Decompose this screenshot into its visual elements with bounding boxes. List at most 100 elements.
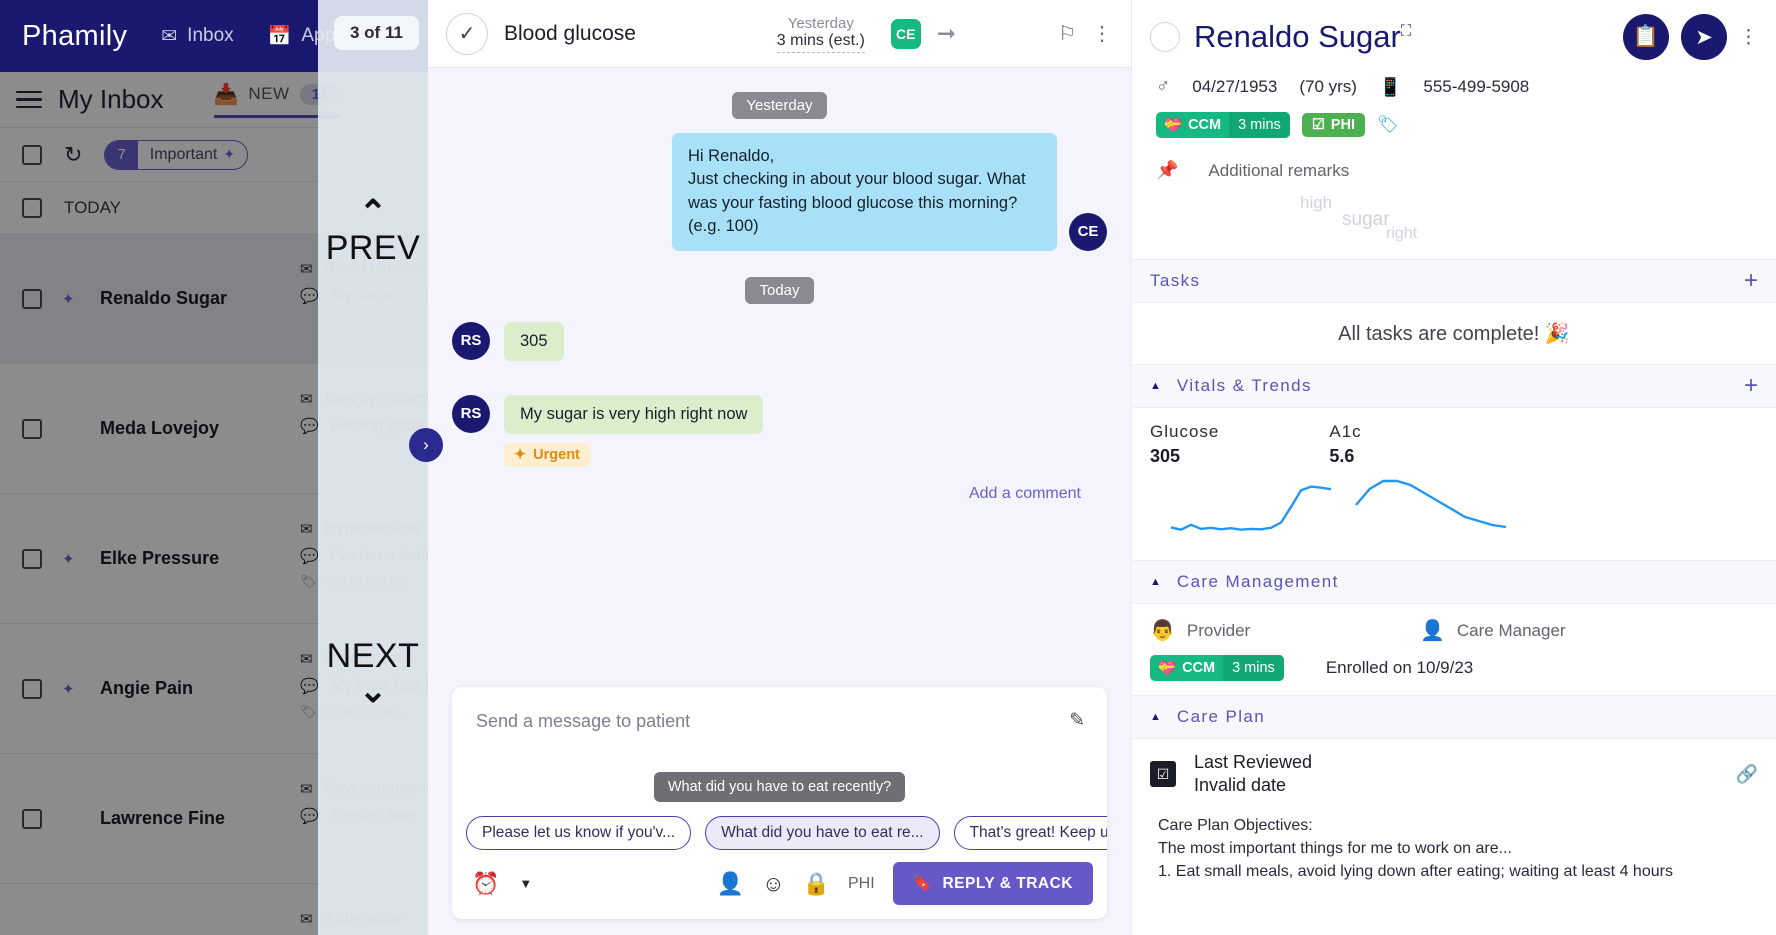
message-outgoing: Hi Renaldo, Just checking in about your … (452, 133, 1107, 251)
composer-toolbar: ⏰ ▼ 👤 ☺ 🔒 PHI 🔖 REPLY & TRACK (452, 850, 1107, 919)
suggestion-chips: Please let us know if you'v... What did … (452, 802, 1107, 850)
patient-dob: 04/27/1953 (1192, 77, 1278, 96)
care-plan-objectives: Care Plan Objectives: The most important… (1132, 798, 1776, 884)
phi-badge[interactable]: ☑ PHI (1301, 113, 1365, 137)
section-title: Care Plan (1176, 707, 1266, 726)
mention-user-icon[interactable]: 👤 (717, 871, 744, 897)
flag-icon[interactable]: ⚐ (1058, 21, 1076, 46)
patient-name[interactable]: Renaldo Sugar⛶ (1194, 19, 1411, 55)
message-list: Yesterday Hi Renaldo, Just checking in a… (428, 68, 1131, 687)
word-cloud-term-2: right (1386, 225, 1418, 242)
objectives-heading: Care Plan Objectives: (1158, 816, 1313, 834)
assignee-avatar[interactable]: CE (890, 18, 921, 49)
add-task-button[interactable]: + (1744, 267, 1758, 295)
add-comment-link[interactable]: Add a comment (452, 467, 1107, 513)
emoji-icon[interactable]: ☺ (762, 871, 784, 897)
enrolled-date: Enrolled on 10/9/23 (1325, 658, 1474, 677)
vital-label: A1c (1329, 422, 1362, 441)
section-title: Tasks (1150, 271, 1201, 290)
care-management-status: 💝 CCM 3 mins Enrolled on 10/9/23 (1132, 643, 1776, 695)
ccm-badge[interactable]: 💝 CCM 3 mins (1156, 112, 1290, 138)
alarm-add-icon[interactable]: ⏰ (472, 871, 499, 897)
nav-inbox-label: Inbox (187, 25, 234, 46)
vital-label: Glucose (1150, 422, 1220, 441)
vital-value: 305 (1150, 446, 1181, 466)
caret-up-icon[interactable]: ▲ (1150, 711, 1161, 723)
caret-up-icon[interactable]: ▲ (1150, 380, 1161, 392)
phi-label: PHI (847, 874, 875, 892)
care-manager-row: 👤 Care Manager (1420, 618, 1690, 643)
arrow-right-icon[interactable]: ➞ (937, 20, 956, 47)
avatar: RS (452, 394, 490, 433)
additional-remarks[interactable]: 📌 Additional remarks (1150, 160, 1758, 181)
clipboard-button[interactable]: 📋 (1623, 14, 1669, 60)
tag-icon[interactable]: 🏷 (1377, 115, 1399, 135)
vitals-values: Glucose 305 A1c 5.6 (1132, 408, 1776, 467)
patient-phone[interactable]: 555-499-5908 (1423, 77, 1529, 97)
message-incoming-0: RS 305 (452, 321, 1107, 361)
provider-label: Provider (1186, 620, 1251, 640)
conversation-header: ✓ Blood glucose Yesterday 3 mins (est.) … (428, 0, 1131, 68)
message-bubble: My sugar is very high right now (504, 394, 764, 434)
conversation-duration[interactable]: 3 mins (est.) (776, 32, 865, 53)
conversation-title: Blood glucose (504, 21, 636, 45)
message-composer: Send a message to patient ✎ What did you… (452, 687, 1107, 919)
care-plan-last-reviewed: ☑ Last Reviewed Invalid date 🔗 (1132, 739, 1776, 798)
check-icon: ✓ (458, 23, 476, 45)
objective-1: 1. Eat small meals, avoid lying down aft… (1158, 863, 1673, 881)
suggestion-tooltip: What did you have to eat recently? (653, 772, 906, 802)
suggestion-chip-1[interactable]: What did you have to eat re... (705, 816, 940, 850)
doctor-icon: 👨 (1150, 620, 1175, 642)
ccm-minutes: 3 mins (1229, 112, 1290, 138)
section-header-vitals[interactable]: ▲ Vitals & Trends + (1132, 364, 1776, 408)
send-message-button[interactable]: ➤ (1681, 14, 1727, 60)
expand-next-button[interactable]: › (409, 428, 443, 462)
word-cloud-term-1: sugar (1342, 209, 1390, 230)
patient-header: Renaldo Sugar⛶ 📋 ➤ ⋮ ♂ 04/27/1953 (70 yr… (1132, 0, 1776, 259)
pencil-icon[interactable]: ✎ (1069, 709, 1085, 732)
last-reviewed-value: Invalid date (1194, 775, 1287, 796)
section-header-tasks[interactable]: Tasks + (1132, 259, 1776, 303)
section-title: Vitals & Trends (1176, 376, 1312, 395)
more-vertical-icon[interactable]: ⋮ (1092, 21, 1113, 46)
vital-glucose: Glucose 305 (1150, 422, 1219, 467)
glucose-sparkline (1170, 485, 1332, 531)
more-vertical-icon[interactable]: ⋮ (1739, 26, 1758, 49)
last-reviewed-block: Last Reviewed Invalid date (1194, 751, 1312, 798)
avatar (1150, 22, 1180, 52)
section-title: Care Management (1176, 572, 1339, 591)
link-icon[interactable]: 🔗 (1736, 764, 1758, 785)
message-input[interactable]: Send a message to patient (452, 687, 1107, 742)
message-bubble: Hi Renaldo, Just checking in about your … (672, 133, 1057, 251)
provider-row: 👨 Provider (1150, 618, 1420, 643)
caret-down-icon[interactable]: ▼ (519, 876, 532, 891)
section-header-care-management[interactable]: ▲ Care Management (1132, 560, 1776, 604)
suggestion-chip-0[interactable]: Please let us know if you'v... (466, 816, 692, 850)
add-vital-button[interactable]: + (1744, 372, 1758, 400)
heartbeat-icon: 💝 (1158, 660, 1177, 677)
caret-up-icon[interactable]: ▲ (1150, 576, 1161, 588)
urgent-badge: ✦ Urgent (504, 442, 590, 467)
prev-label: PREV (325, 229, 421, 268)
next-thread-button[interactable]: NEXT ⌄ (327, 637, 420, 708)
patient-panel: Renaldo Sugar⛶ 📋 ➤ ⋮ ♂ 04/27/1953 (70 yr… (1131, 0, 1776, 935)
external-link-icon[interactable]: ⛶ (1401, 23, 1412, 40)
resolve-conversation-button[interactable]: ✓ (446, 12, 488, 55)
section-header-care-plan[interactable]: ▲ Care Plan (1132, 695, 1776, 739)
sparkline-chart-group (1170, 479, 1507, 531)
app-root: Phamily ✉ Inbox 📅 Appointm My Inbox 📥 NE… (0, 0, 1776, 935)
lock-icon[interactable]: 🔒 (803, 871, 830, 897)
suggestion-tooltip-row: What did you have to eat recently? (452, 742, 1107, 802)
conversation-date: Yesterday (787, 14, 854, 32)
remarks-word-cloud: high sugar right (1150, 187, 1758, 249)
ccm-badge[interactable]: 💝 CCM 3 mins (1150, 655, 1284, 681)
prev-thread-button[interactable]: ⌃ PREV (325, 196, 421, 268)
reply-and-track-button[interactable]: 🔖 REPLY & TRACK (892, 862, 1093, 905)
remarks-label: Additional remarks (1208, 160, 1350, 180)
suggestion-chip-2[interactable]: That's great! Keep up the g... (953, 816, 1107, 850)
female-icon: ♂ (1156, 76, 1171, 97)
word-cloud-term-0: high (1300, 193, 1333, 212)
checklist-icon: ☑ (1150, 761, 1176, 788)
nav-inbox[interactable]: ✉ Inbox (161, 25, 233, 48)
app-logo[interactable]: Phamily (22, 20, 127, 53)
